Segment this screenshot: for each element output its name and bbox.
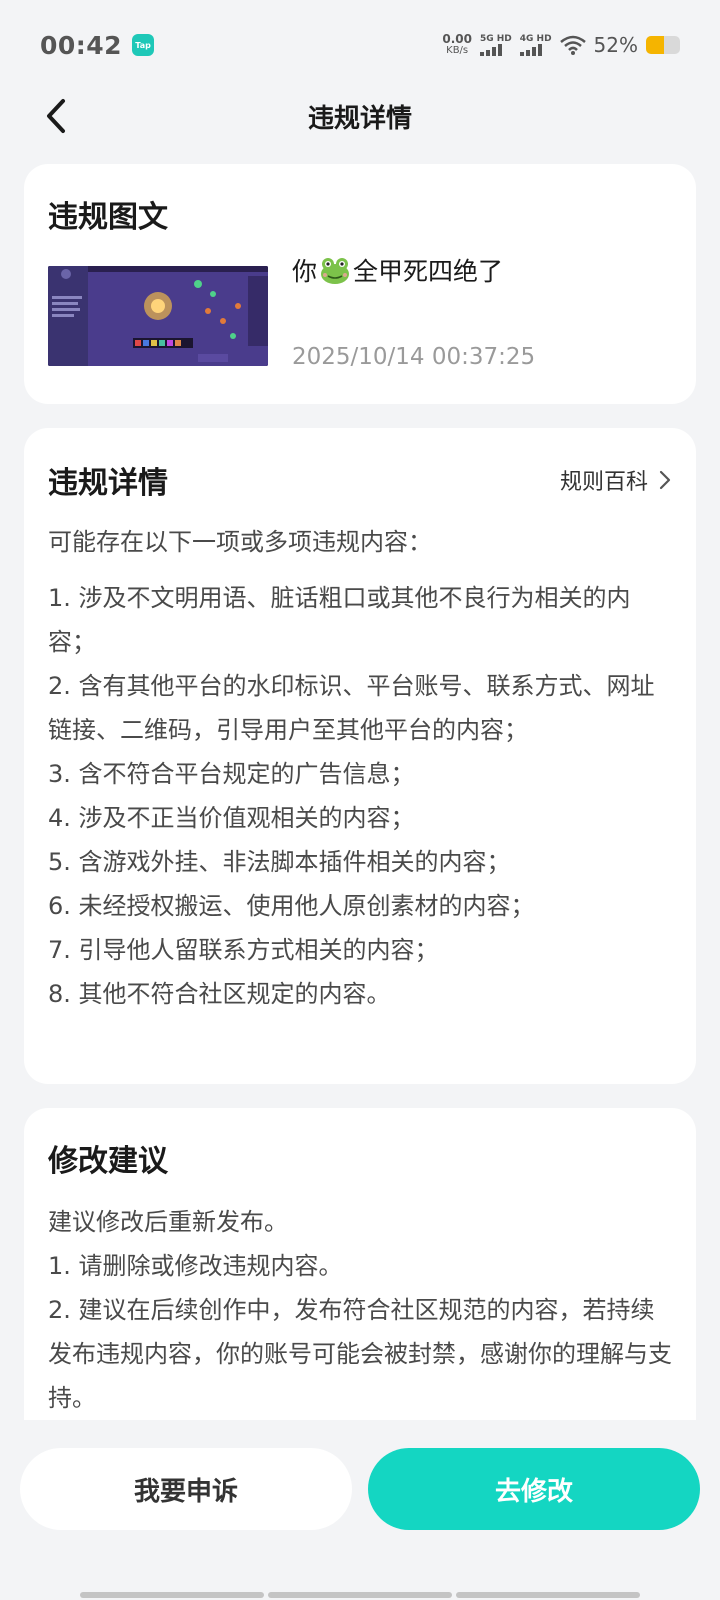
battery-icon — [646, 36, 680, 54]
battery-level — [646, 36, 664, 54]
post-thumbnail[interactable] — [48, 266, 268, 366]
suggestion-line: 1. 请删除或修改违规内容。 — [48, 1252, 343, 1280]
network-speed-value: 0.00 — [442, 32, 472, 46]
post-text-part1: 你 — [292, 257, 318, 286]
details-intro: 可能存在以下一项或多项违规内容： — [48, 528, 432, 556]
post-timestamp: 2025/10/14 00:37:25 — [292, 344, 536, 370]
violation-item: 7. 引导他人留联系方式相关的内容； — [48, 936, 439, 964]
violation-details-card: 违规详情 规则百科 可能存在以下一项或多项违规内容： 1. 涉及不文明用语、脏话… — [24, 428, 696, 1084]
violation-list: 1. 涉及不文明用语、脏话粗口或其他不良行为相关的内容； 2. 含有其他平台的水… — [48, 576, 672, 1016]
signal-5g-label: 5G HD — [479, 34, 512, 44]
post-text: 你 全甲死四绝了 — [292, 252, 503, 288]
wifi-icon — [559, 35, 586, 55]
violation-item: 4. 涉及不正当价值观相关的内容； — [48, 804, 415, 832]
rules-encyclopedia-link[interactable]: 规则百科 — [560, 464, 672, 496]
details-card-title: 违规详情 — [48, 466, 168, 501]
bottom-action-bar: 我要申诉 去修改 — [0, 1420, 720, 1600]
game-screenshot-image — [48, 266, 268, 366]
suggestion-line: 建议修改后重新发布。 — [48, 1208, 288, 1236]
frog-icon — [321, 258, 350, 284]
violation-item: 8. 其他不符合社区规定的内容。 — [48, 980, 391, 1008]
status-icons: 0.00 KB/s 5G HD 4G HD 52% — [442, 33, 680, 57]
signal-5g: 5G HD — [479, 34, 512, 56]
appeal-button[interactable]: 我要申诉 — [20, 1448, 352, 1530]
signal-4g-label: 4G HD — [519, 34, 552, 44]
page-header: 违规详情 — [0, 80, 720, 152]
violation-item: 6. 未经授权搬运、使用他人原创素材的内容； — [48, 892, 535, 920]
signal-4g: 4G HD — [519, 34, 552, 56]
chevron-left-icon — [47, 99, 65, 133]
suggestion-text: 建议修改后重新发布。 1. 请删除或修改违规内容。 2. 建议在后续创作中，发布… — [48, 1200, 672, 1420]
violation-item: 1. 涉及不文明用语、脏话粗口或其他不良行为相关的内容； — [48, 584, 631, 656]
suggestion-line: 2. 建议在后续创作中，发布符合社区规范的内容，若持续发布违规内容，你的账号可能… — [48, 1296, 672, 1412]
signal-bars-icon — [479, 44, 502, 56]
violation-item: 3. 含不符合平台规定的广告信息； — [48, 760, 415, 788]
status-time: 00:42 — [40, 30, 123, 60]
page-title: 违规详情 — [307, 103, 412, 134]
post-card-title: 违规图文 — [48, 200, 168, 235]
violation-item: 2. 含有其他平台的水印标识、平台账号、联系方式、网址链接、二维码，引导用户至其… — [48, 672, 655, 744]
battery-percent: 52% — [593, 33, 638, 57]
chevron-right-icon — [659, 470, 671, 490]
post-text-part2: 全甲死四绝了 — [353, 257, 504, 286]
violation-item: 5. 含游戏外挂、非法脚本插件相关的内容； — [48, 848, 511, 876]
violation-post-card: 违规图文 你 全甲死四绝了 2025/10/14 00:37:25 — [24, 164, 696, 404]
gesture-bar — [80, 1592, 640, 1598]
network-speed: 0.00 KB/s — [442, 32, 472, 56]
suggestion-card-title: 修改建议 — [48, 1144, 168, 1179]
back-button[interactable] — [34, 94, 78, 138]
suggestion-card: 修改建议 建议修改后重新发布。 1. 请删除或修改违规内容。 2. 建议在后续创… — [24, 1108, 696, 1448]
network-speed-unit: KB/s — [446, 45, 469, 56]
signal-bars-icon — [519, 44, 542, 56]
status-bar: 00:42 Tap 0.00 KB/s 5G HD 4G HD 52% — [0, 0, 720, 90]
taptap-app-icon: Tap — [132, 34, 155, 56]
rules-link-label: 规则百科 — [559, 470, 648, 495]
edit-button[interactable]: 去修改 — [368, 1448, 700, 1530]
